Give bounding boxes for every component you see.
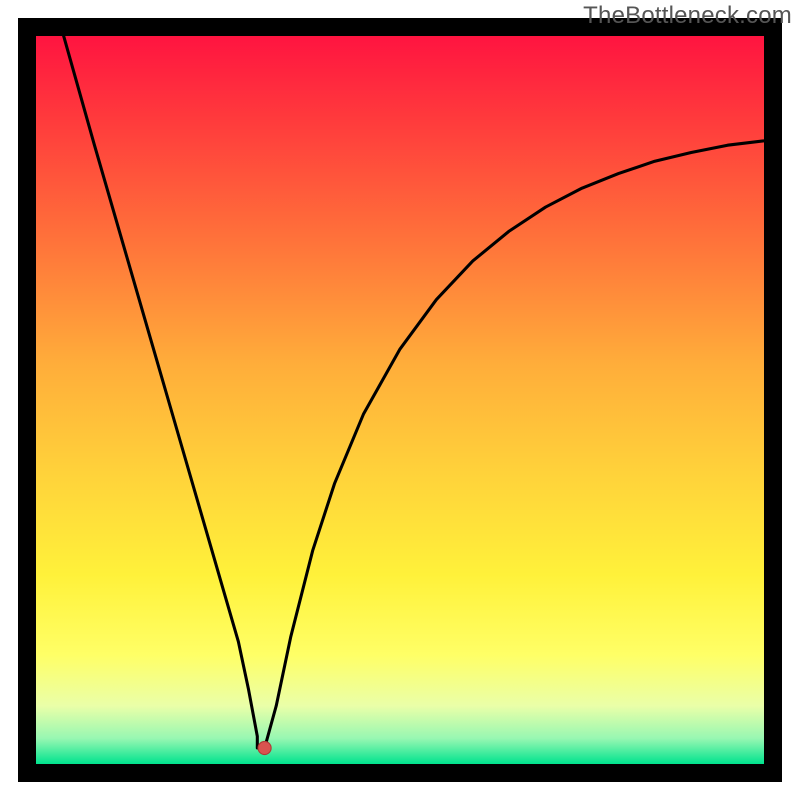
watermark-text: TheBottleneck.com (583, 2, 792, 30)
minimum-dot-icon (258, 741, 271, 754)
bottleneck-curve (64, 36, 764, 748)
chart-root: TheBottleneck.com (0, 0, 800, 800)
curve-layer (36, 36, 764, 764)
chart-frame (18, 18, 782, 782)
